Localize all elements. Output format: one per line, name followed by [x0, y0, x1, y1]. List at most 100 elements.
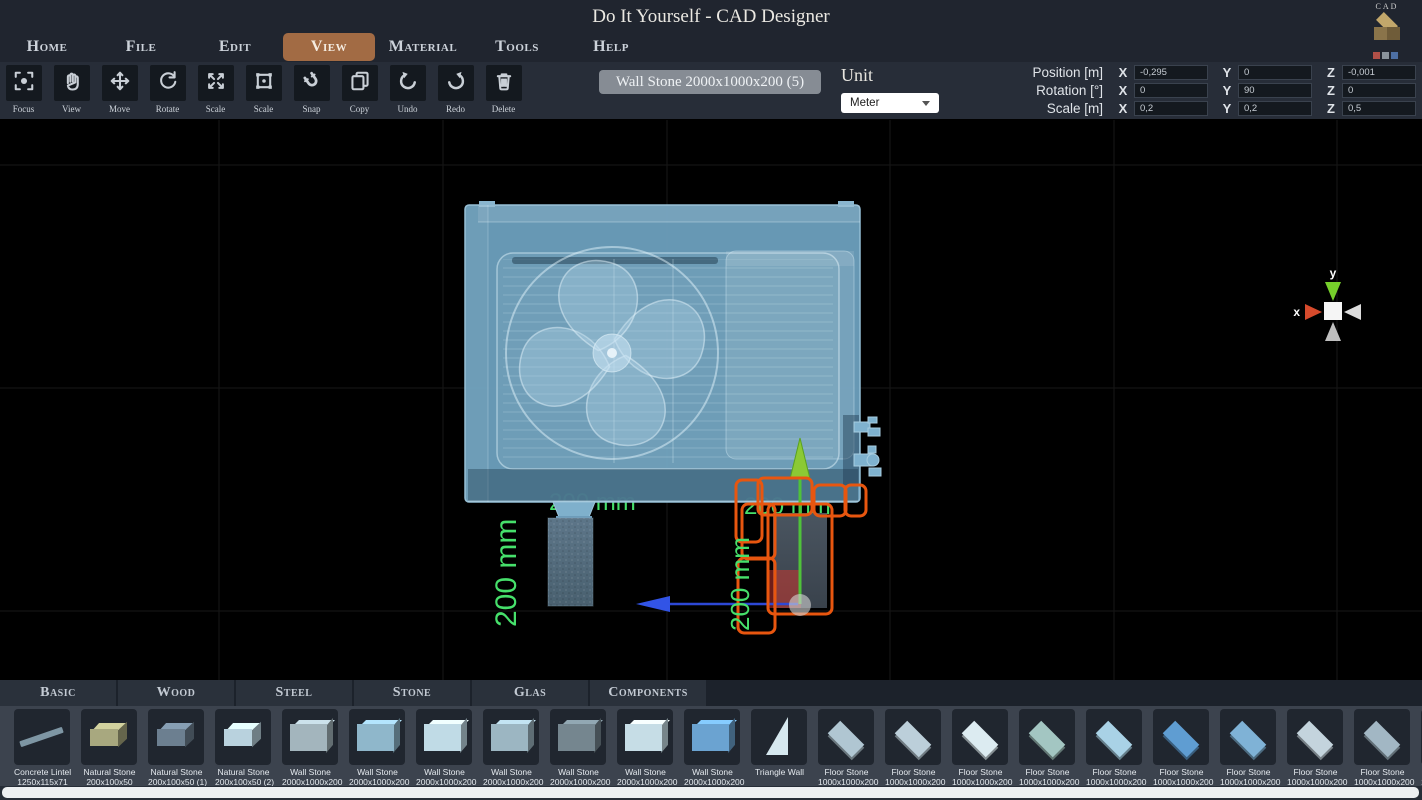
palette-item[interactable]: Floor Stone1000x1000x200 — [818, 709, 875, 786]
gizmo-y-cone[interactable] — [1325, 282, 1341, 301]
palette-item-name: Floor Stone — [1287, 767, 1344, 777]
palette-item-size: 200x100x50 (2) — [215, 777, 272, 786]
palette-item-name: Natural Stone — [148, 767, 205, 777]
redo-button[interactable]: Redo — [437, 65, 474, 114]
menu-material[interactable]: Material — [377, 33, 469, 61]
palette-item-size: 2000x1000x200 — [550, 777, 607, 786]
palette-item[interactable]: Natural Stone200x100x50 (2) — [215, 709, 272, 786]
palette-item[interactable]: Wall Stone2000x1000x200 — [483, 709, 540, 786]
view-button[interactable]: View — [53, 65, 90, 114]
gizmo-bottom-cone[interactable] — [1325, 322, 1341, 341]
palette-item[interactable]: Wall Stone2000x1000x200 — [550, 709, 607, 786]
scale-y-input[interactable] — [1238, 101, 1312, 116]
dimension-label-right-vertical: 200 mm — [725, 537, 755, 631]
copy-button[interactable]: Copy — [341, 65, 378, 114]
rotation-row: Rotation [°] X Y Z — [1007, 82, 1416, 99]
menu-tools[interactable]: Tools — [471, 33, 563, 61]
rotation-y-input[interactable] — [1238, 83, 1312, 98]
palette-item-size: 2000x1000x200 — [617, 777, 674, 786]
palette-item-thumbnail — [1019, 709, 1075, 765]
palette-scrollbar-thumb[interactable] — [2, 787, 1419, 798]
palette-item-size: 1000x1000x200 — [1086, 777, 1143, 786]
palette-item-name: Wall Stone — [550, 767, 607, 777]
palette-item[interactable]: Wall Stone2000x1000x200 — [349, 709, 406, 786]
gizmo-x-cone[interactable] — [1305, 304, 1322, 320]
palette-item[interactable]: Wall Stone2000x1000x200 — [617, 709, 674, 786]
orientation-gizmo[interactable]: y x — [1293, 266, 1361, 341]
tab-wood[interactable]: Wood — [118, 680, 234, 706]
position-x-input[interactable] — [1134, 65, 1208, 80]
palette-item[interactable]: Floor Stone1000x1000x200 — [1220, 709, 1277, 786]
scale-rect-button[interactable]: Scale — [245, 65, 282, 114]
palette-item-name: Natural Stone — [81, 767, 138, 777]
axis-x-label: X — [1112, 65, 1134, 80]
unit-label: Unit — [841, 65, 873, 86]
palette-item[interactable]: Natural Stone200x100x50 (1) — [148, 709, 205, 786]
palette-item-size: 1000x1000x200 — [1287, 777, 1344, 786]
palette-item-size: 200x100x50 — [81, 777, 138, 786]
position-y-input[interactable] — [1238, 65, 1312, 80]
palette-item[interactable]: Floor Stone1000x1000x200 — [1287, 709, 1344, 786]
app-logo: CAD — [1358, 2, 1416, 60]
transform-panel: Position [m] X Y Z Rotation [°] X Y Z Sc… — [1007, 64, 1416, 118]
move-button[interactable]: Move — [101, 65, 138, 114]
menu-home[interactable]: Home — [1, 33, 93, 61]
origin-handle[interactable] — [789, 594, 811, 616]
material-tab-bar: Basic Wood Steel Stone Glas Components — [0, 680, 1422, 706]
delete-button[interactable]: Delete — [485, 65, 522, 114]
hand-icon — [61, 70, 83, 97]
snap-button[interactable]: Snap — [293, 65, 330, 114]
tab-stone[interactable]: Stone — [354, 680, 470, 706]
palette-item-name: Concrete Lintel — [14, 767, 71, 777]
tab-glas[interactable]: Glas — [472, 680, 588, 706]
gizmo-cube[interactable] — [1324, 302, 1342, 320]
palette-item[interactable]: Triangle Wall — [751, 709, 808, 786]
rotation-x-input[interactable] — [1134, 83, 1208, 98]
palette-item-thumbnail — [282, 709, 338, 765]
palette-item-thumbnail — [1086, 709, 1142, 765]
palette-item[interactable]: Wall Stone2000x1000x200 — [282, 709, 339, 786]
rotate-button[interactable]: Rotate — [149, 65, 186, 114]
undo-button[interactable]: Undo — [389, 65, 426, 114]
tab-steel[interactable]: Steel — [236, 680, 352, 706]
rotation-z-input[interactable] — [1342, 83, 1416, 98]
left-stone-pillar[interactable] — [548, 518, 593, 606]
ac-unit-model[interactable] — [465, 201, 881, 520]
palette-item[interactable]: Natural Stone200x100x50 — [81, 709, 138, 786]
unit-select[interactable]: Meter — [841, 93, 939, 113]
viewport-canvas[interactable]: 200 mm 200 mm — [0, 120, 1422, 680]
menu-view[interactable]: View — [283, 33, 375, 61]
palette-item[interactable]: Floor Stone1000x1000x200 — [1153, 709, 1210, 786]
palette-item[interactable]: Wall Stone2000x1000x200 — [684, 709, 741, 786]
tab-basic[interactable]: Basic — [0, 680, 116, 706]
window-title: Do It Yourself - CAD Designer — [0, 0, 1422, 32]
right-stone-pillar[interactable] — [768, 513, 827, 608]
tool-buttons: Focus View Move Rotate Scale Scale Snap — [5, 65, 522, 114]
gizmo-right-cone[interactable] — [1344, 304, 1361, 320]
menu-bar: Home File Edit View Material Tools Help — [0, 32, 1422, 62]
position-z-input[interactable] — [1342, 65, 1416, 80]
scale-button[interactable]: Scale — [197, 65, 234, 114]
palette-item[interactable]: Floor Stone1000x1000x200 — [1086, 709, 1143, 786]
palette-item-name: Wall Stone — [416, 767, 473, 777]
palette-item[interactable]: Wall Stone2000x1000x200 — [416, 709, 473, 786]
palette-item-thumbnail — [818, 709, 874, 765]
menu-file[interactable]: File — [95, 33, 187, 61]
palette-item[interactable]: Concrete Lintel1250x115x71 — [14, 709, 71, 786]
palette-item-thumbnail — [617, 709, 673, 765]
palette-item[interactable]: Floor Stone1000x1000x200 — [952, 709, 1009, 786]
palette-item[interactable]: Floor Stone1000x1000x200 — [1019, 709, 1076, 786]
tab-components[interactable]: Components — [590, 680, 706, 706]
scale-row: Scale [m] X Y Z — [1007, 100, 1416, 117]
palette-item[interactable]: Floor Stone1000x1000x200 — [1354, 709, 1411, 786]
palette-item-thumbnail — [952, 709, 1008, 765]
palette-item-size: 2000x1000x200 — [416, 777, 473, 786]
scale-z-input[interactable] — [1342, 101, 1416, 116]
scale-x-input[interactable] — [1134, 101, 1208, 116]
menu-help[interactable]: Help — [565, 33, 657, 61]
palette-item-name: Floor Stone — [1153, 767, 1210, 777]
palette-item-name: Floor Stone — [885, 767, 942, 777]
palette-item[interactable]: Floor Stone1000x1000x200 — [885, 709, 942, 786]
focus-button[interactable]: Focus — [5, 65, 42, 114]
menu-edit[interactable]: Edit — [189, 33, 281, 61]
